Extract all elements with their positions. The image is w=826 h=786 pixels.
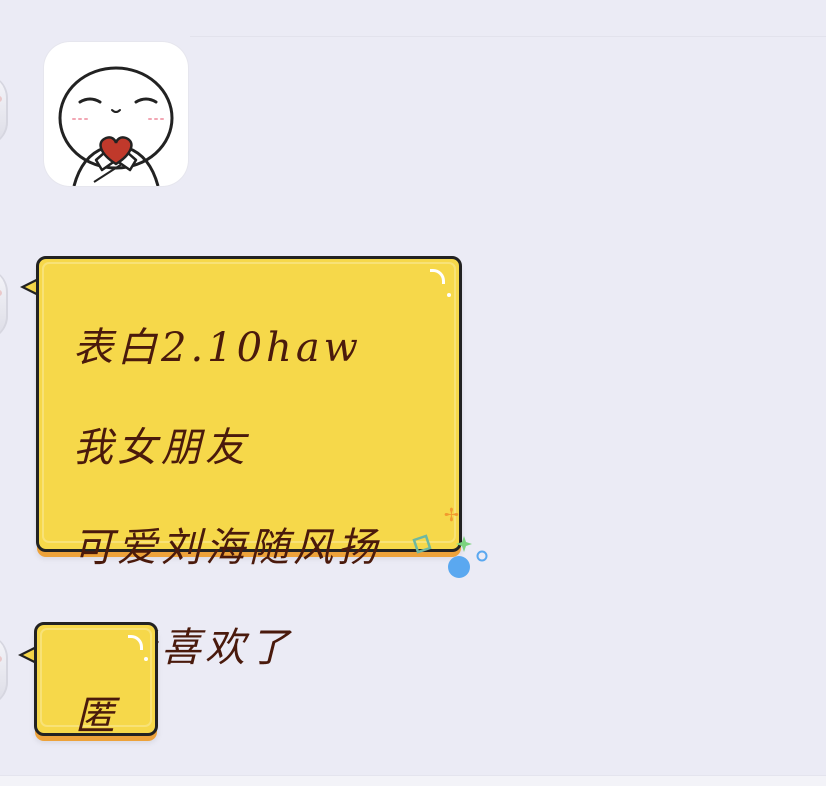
sender-avatar[interactable] (0, 634, 8, 706)
avatar-detail (0, 290, 2, 296)
avatar-detail (0, 96, 2, 102)
message-line: 表白2.10haw (73, 325, 362, 371)
chat-view: 表白2.10haw 我女朋友 可爱刘海随风扬 超级喜欢了 ✢ 匿 (0, 0, 826, 786)
bubble-gloss (128, 635, 143, 650)
input-bar-edge (0, 775, 826, 786)
message-line: 我女朋友 (73, 425, 249, 471)
bubble-decoration-icon (412, 534, 488, 578)
message-bubble[interactable]: 表白2.10haw 我女朋友 可爱刘海随风扬 超级喜欢了 ✢ (36, 256, 462, 671)
message-line: 匿 (75, 693, 119, 739)
sender-avatar[interactable] (0, 74, 8, 146)
bubble-gloss (430, 269, 445, 284)
divider (190, 36, 826, 37)
message-text: 匿 (75, 647, 130, 785)
avatar-detail (0, 656, 2, 662)
bubble-gloss (447, 293, 451, 297)
sparkle-icon: ✢ (443, 505, 459, 526)
shy-heart-sticker-icon (58, 66, 174, 186)
message-bubble[interactable]: 匿 (34, 622, 158, 739)
sticker-message[interactable] (44, 42, 188, 186)
message-line: 可爱刘海随风扬 (73, 525, 381, 571)
sender-avatar[interactable] (0, 268, 8, 340)
bubble-gloss (144, 657, 148, 661)
